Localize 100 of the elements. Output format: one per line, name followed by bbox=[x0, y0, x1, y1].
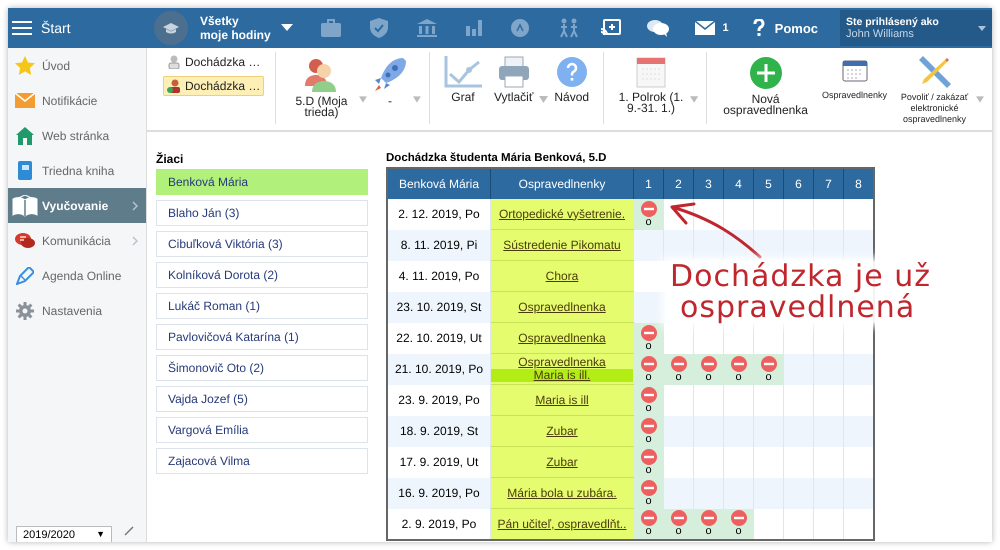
toggle-excuses-button[interactable]: Povoliť / zakázať elektronické ospravedlnenky bbox=[893, 52, 976, 129]
column-header: Benková Mária bbox=[387, 168, 490, 199]
column-header: 5 bbox=[754, 168, 784, 199]
absence-mark: o bbox=[645, 216, 652, 228]
user-account-menu[interactable]: Ste prihlásený ako John Williams bbox=[840, 10, 992, 46]
excuse-link[interactable]: Zubar bbox=[546, 456, 578, 468]
shield-icon[interactable] bbox=[370, 18, 388, 38]
gear-icon bbox=[16, 302, 34, 320]
help-button[interactable]: Pomoc bbox=[752, 19, 818, 37]
student-list-item[interactable]: Šimonovič Oto (2) bbox=[156, 355, 368, 381]
student-list-item[interactable]: Pavlovičová Katarína (1) bbox=[156, 324, 368, 350]
absence-mark: o bbox=[705, 372, 712, 382]
circle-icon[interactable] bbox=[510, 19, 529, 37]
star-icon bbox=[15, 56, 35, 75]
sidebar-item[interactable]: Úvod bbox=[8, 48, 146, 83]
sidebar-item[interactable]: Nastavenia bbox=[8, 293, 146, 328]
plus-icon bbox=[748, 56, 783, 90]
question-mark-icon bbox=[556, 56, 588, 88]
absence-mark: o bbox=[735, 372, 742, 382]
absence-mark: o bbox=[675, 526, 682, 538]
attendance-heading: Dochádzka študenta Mária Benková, 5.D bbox=[386, 152, 608, 164]
sidebar-item[interactable]: Vyučovanie bbox=[8, 188, 146, 223]
open-book-icon bbox=[12, 194, 38, 216]
excuse-link[interactable]: Maria is ill. bbox=[491, 369, 633, 382]
absence-icon bbox=[670, 510, 686, 526]
date-cell: 18. 9. 2019, St bbox=[387, 416, 490, 446]
menu-icon bbox=[12, 20, 32, 36]
view-tab[interactable]: Dochádzka … bbox=[163, 52, 264, 72]
question-mark-icon bbox=[752, 19, 765, 37]
column-header: 3 bbox=[694, 168, 724, 199]
excuse-link[interactable]: Chora bbox=[546, 270, 578, 282]
column-header: 8 bbox=[844, 168, 874, 199]
notebook-icon bbox=[18, 161, 32, 180]
student-list-item[interactable]: Blaho Ján (3) bbox=[156, 200, 368, 226]
user-caption: Ste prihlásený ako bbox=[846, 16, 940, 28]
chat-icon[interactable] bbox=[646, 19, 669, 37]
hours-selector[interactable]: Všetky moje hodiny bbox=[200, 14, 271, 42]
sidebar-item[interactable]: Web stránka bbox=[8, 118, 146, 153]
ruler-pencil-icon bbox=[918, 56, 951, 88]
absence-mark: o bbox=[705, 526, 712, 538]
excuse-link[interactable]: Maria is ill bbox=[535, 394, 589, 406]
walking-people-icon[interactable] bbox=[558, 18, 580, 38]
start-menu-button[interactable]: Štart bbox=[8, 20, 142, 36]
absence-mark: o bbox=[645, 526, 652, 538]
period-select[interactable]: 1. Polrok (1. 9.-31. 1.) bbox=[612, 52, 690, 118]
excuse-link[interactable]: Ospravedlnenka bbox=[518, 332, 606, 344]
students-heading: Žiaci bbox=[156, 152, 184, 166]
subject-select[interactable]: - bbox=[367, 52, 414, 111]
graduation-cap-avatar-icon[interactable] bbox=[154, 11, 188, 45]
hours-line: Všetky bbox=[200, 14, 240, 28]
cast-icon[interactable] bbox=[600, 19, 621, 37]
excuses-button[interactable]: Ospravedlnenky bbox=[816, 52, 894, 105]
mail-button[interactable]: 1 bbox=[694, 21, 729, 35]
student-list-item[interactable]: Zajacová Vilma bbox=[156, 448, 368, 474]
excuse-link[interactable]: Ortopedické vyšetrenie. bbox=[498, 208, 626, 220]
student-list-item[interactable]: Benková Mária bbox=[156, 169, 368, 195]
bank-icon[interactable] bbox=[416, 19, 437, 37]
date-cell: 8. 11. 2019, Pi bbox=[387, 230, 490, 260]
user-name: John Williams bbox=[846, 28, 915, 40]
house-icon bbox=[16, 126, 34, 144]
help-guide-button[interactable]: Návod bbox=[548, 52, 596, 107]
student-list-item[interactable]: Vajda Jozef (5) bbox=[156, 386, 368, 412]
student-list-item[interactable]: Cibuľková Viktória (3) bbox=[156, 231, 368, 257]
briefcase-icon[interactable] bbox=[320, 19, 341, 37]
absence-icon bbox=[730, 356, 746, 372]
column-header: 6 bbox=[784, 168, 814, 199]
absence-mark: o bbox=[645, 340, 652, 352]
help-label: Pomoc bbox=[774, 20, 818, 36]
mail-count: 1 bbox=[722, 22, 729, 34]
column-header: 7 bbox=[814, 168, 844, 199]
excuse-link[interactable]: Ospravedlnenka bbox=[518, 300, 606, 314]
student-list-item[interactable]: Lukáč Roman (1) bbox=[156, 293, 368, 319]
absence-icon bbox=[640, 356, 656, 372]
bar-chart-icon[interactable] bbox=[466, 20, 482, 36]
year-select[interactable]: 2019/2020 ▼ bbox=[16, 526, 112, 542]
column-header: 1 bbox=[634, 168, 664, 199]
sidebar-item[interactable]: Triedna kniha bbox=[8, 153, 146, 188]
print-button[interactable]: Vytlačiť bbox=[488, 52, 540, 107]
sidebar-item[interactable]: Notifikácie bbox=[8, 83, 146, 118]
caret-icon[interactable] bbox=[280, 24, 293, 32]
excuse-link[interactable]: Sústredenie Pikomatu bbox=[503, 238, 621, 252]
start-label: Štart bbox=[41, 20, 71, 36]
absence-mark: o bbox=[645, 464, 652, 476]
class-select[interactable]: 5.D (Moja trieda) bbox=[284, 52, 360, 122]
student-list-item[interactable]: Vargová Emília bbox=[156, 417, 368, 443]
new-excuse-button[interactable]: Nová ospravedlnenka bbox=[715, 52, 816, 120]
column-header: 2 bbox=[664, 168, 694, 199]
excuse-link[interactable]: Pán učiteľ, ospravedlňt.. bbox=[498, 518, 626, 530]
excuse-link[interactable]: Ospravedlnenka bbox=[518, 356, 606, 369]
person-icon bbox=[167, 55, 181, 69]
excuse-link[interactable]: Zubar bbox=[546, 424, 578, 438]
student-list-item[interactable]: Kolníková Dorota (2) bbox=[156, 262, 368, 288]
view-tab[interactable]: Dochádzka … bbox=[163, 76, 264, 96]
sidebar-item[interactable]: Agenda Online bbox=[8, 258, 146, 293]
envelope-icon bbox=[15, 93, 35, 108]
absence-mark: o bbox=[645, 402, 652, 414]
excuse-link[interactable]: Mária bola u zubára. bbox=[507, 486, 617, 500]
graph-button[interactable]: Graf bbox=[438, 52, 488, 107]
sidebar-item[interactable]: Komunikácia bbox=[8, 223, 146, 258]
absence-icon bbox=[640, 480, 656, 496]
